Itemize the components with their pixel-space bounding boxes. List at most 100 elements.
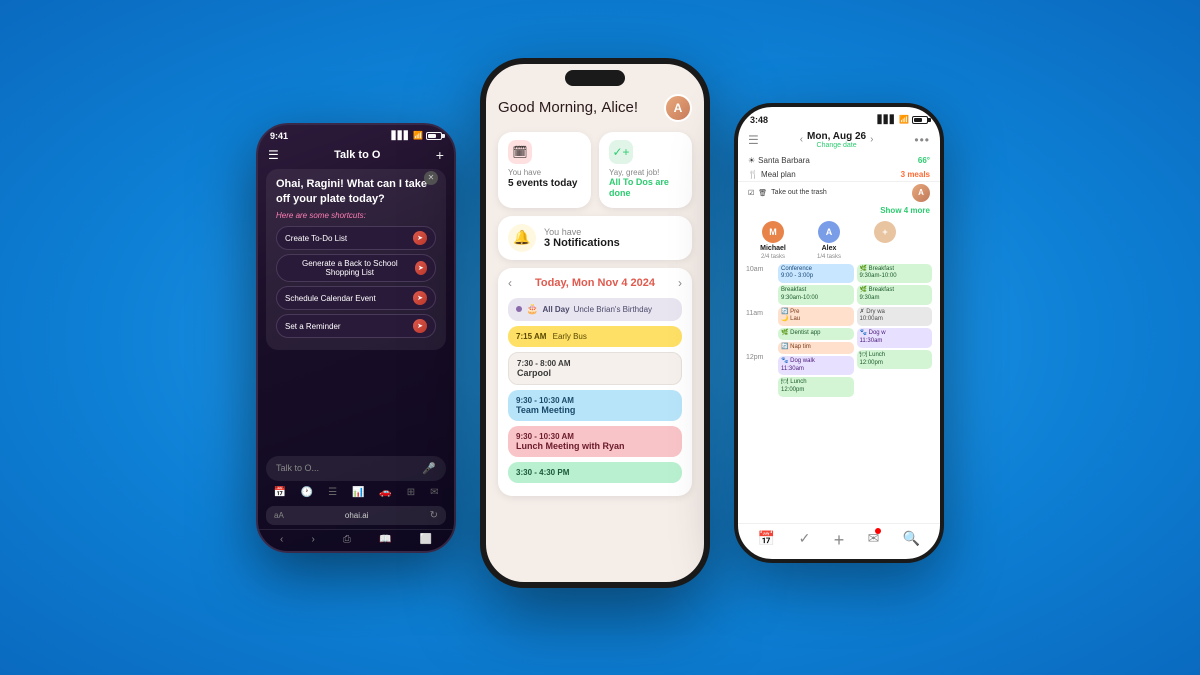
time-label-10am: 10am	[746, 264, 774, 308]
alex-breakfast2-event[interactable]: 🌿 Breakfast9:30am	[857, 285, 933, 305]
right-header: ☰ ‹ Mon, Aug 26 Change date › •••	[738, 127, 940, 153]
events-columns: Conference9:00 - 3:00p Breakfast9:30am-1…	[778, 264, 932, 400]
font-size-indicator: aA	[274, 511, 284, 520]
shortcut-todo[interactable]: Create To-Do List ➤	[276, 226, 436, 250]
right-inbox-notif-dot	[875, 528, 881, 534]
event-allday-label: All Day	[542, 305, 569, 314]
calendar-nav: ‹ Today, Mon Nov 4 2024 ›	[508, 276, 682, 290]
michael-breakfast-event[interactable]: Breakfast9:30am-10:00	[778, 285, 854, 305]
weather-location: Santa Barbara	[758, 156, 810, 165]
event-carpool[interactable]: 7:30 - 8:00 AM Carpool	[508, 352, 682, 385]
alex-breakfast-event[interactable]: 🌿 Breakfast9:30am-10:00	[857, 264, 933, 284]
right-next-btn[interactable]: ›	[870, 134, 873, 145]
michael-pre-event[interactable]: 🔄 Pre🌙 Lau	[778, 307, 854, 327]
list-tool-icon[interactable]: ☰	[328, 487, 337, 498]
alex-lunch-event[interactable]: 🍽 Lunch12:00pm	[857, 350, 933, 370]
left-status-time: 9:41	[270, 131, 288, 141]
cal-prev-btn[interactable]: ‹	[508, 276, 512, 290]
ohai-input-placeholder: Talk to O...	[276, 463, 319, 473]
people-row: M Michael 2/4 tasks A Alex 1/4 tasks +	[738, 217, 940, 264]
notif-label: You have	[544, 227, 620, 237]
left-status-icons: ▋▋▋ 📶	[392, 131, 442, 140]
event-team-meeting-time: 9:30 - 10:30 AM	[516, 396, 674, 405]
share-nav-btn[interactable]: ⎙	[343, 534, 351, 545]
greeting-label: Good Morning,	[498, 99, 601, 116]
shortcut-calendar[interactable]: Schedule Calendar Event ➤	[276, 286, 436, 310]
shortcut-shopping[interactable]: Generate a Back to School Shopping List …	[276, 254, 436, 282]
back-nav-btn[interactable]: ‹	[280, 534, 283, 545]
event-afternoon[interactable]: 3:30 - 4:30 PM	[508, 462, 682, 483]
clock-tool-icon[interactable]: 🕐	[301, 487, 313, 498]
michael-conference-event[interactable]: Conference9:00 - 3:00p	[778, 264, 854, 284]
alex-avatar: A	[818, 221, 840, 243]
michael-dentist-event[interactable]: 🌿 Dentist app	[778, 328, 854, 340]
event-early-bus-time: 7:15 AM	[516, 332, 546, 341]
center-notch	[486, 64, 704, 86]
event-afternoon-time: 3:30 - 4:30 PM	[516, 468, 674, 477]
meal-label: Meal plan	[761, 170, 796, 179]
right-cal-icon[interactable]: 📅	[758, 530, 775, 551]
mail-tool-icon[interactable]: ✉	[430, 487, 438, 498]
ohai-input-area[interactable]: Talk to O... 🎤	[266, 456, 446, 481]
right-bottom-nav: 📅 ✓ + ✉ 🔍	[738, 523, 940, 559]
time-label-11am: 11am	[746, 308, 774, 352]
calendar-tool-icon[interactable]: 📅	[273, 487, 285, 498]
ohai-header: ☰ Talk to O +	[258, 143, 454, 169]
person-extra: +	[860, 221, 910, 260]
alex-dog-event[interactable]: 🐾 Dog w11:30am	[857, 328, 933, 348]
notifications-card[interactable]: 🔔 You have 3 Notifications	[498, 216, 692, 260]
michael-dog-event[interactable]: 🐾 Dog walk11:30am	[778, 356, 854, 376]
grid-tool-icon[interactable]: ⊞	[407, 487, 415, 498]
hamburger-icon[interactable]: ☰	[268, 148, 279, 162]
tabs-nav-btn[interactable]: ⬜	[419, 534, 431, 545]
event-lunch-meeting-time: 9:30 - 10:30 AM	[516, 432, 674, 441]
close-button[interactable]: ✕	[424, 171, 438, 185]
car-tool-icon[interactable]: 🚗	[379, 487, 391, 498]
right-check-icon[interactable]: ✓	[799, 530, 811, 551]
todos-card[interactable]: ✓+ Yay, great job! All To Dos are done	[599, 132, 692, 208]
michael-tasks: 2/4 tasks	[761, 254, 785, 260]
right-change-date[interactable]: Change date	[807, 142, 866, 149]
alex-events-col: 🌿 Breakfast9:30am-10:00 🌿 Breakfast9:30a…	[857, 264, 933, 400]
right-prev-btn[interactable]: ‹	[800, 134, 803, 145]
event-early-bus[interactable]: 7:15 AM Early Bus	[508, 326, 682, 347]
ohai-toolbar: 📅 🕐 ☰ 📊 🚗 ⊞ ✉	[258, 481, 454, 504]
shortcut-todo-label: Create To-Do List	[285, 234, 347, 243]
ohai-browser-bar: aA ohai.ai ↻	[266, 506, 446, 525]
cal-next-btn[interactable]: ›	[678, 276, 682, 290]
shortcut-arrow-icon2: ➤	[415, 261, 427, 275]
right-more-menu[interactable]: •••	[914, 133, 930, 147]
notif-text: You have 3 Notifications	[544, 227, 620, 249]
mic-icon[interactable]: 🎤	[422, 462, 436, 475]
weather-info: ☀ Santa Barbara	[748, 156, 810, 165]
shortcut-arrow-icon3: ➤	[413, 291, 427, 305]
right-hamburger-icon[interactable]: ☰	[748, 133, 759, 147]
weather-row: ☀ Santa Barbara 66°	[738, 153, 940, 168]
right-add-icon[interactable]: +	[834, 530, 845, 551]
event-carpool-time: 7:30 - 8:00 AM	[517, 359, 673, 368]
michael-lunch-event[interactable]: 🍽 Lunch12:00pm	[778, 377, 854, 397]
michael-nap-event[interactable]: 🔄 Nap tim	[778, 342, 854, 354]
events-card[interactable]: 🗓 You have 5 events today	[498, 132, 591, 208]
user-avatar[interactable]: A	[664, 94, 692, 122]
bookmark-nav-btn[interactable]: 📖	[379, 534, 391, 545]
forward-nav-btn[interactable]: ›	[311, 534, 314, 545]
dynamic-island	[565, 70, 625, 86]
shortcut-arrow-icon4: ➤	[413, 319, 427, 333]
right-inbox-icon-wrap: ✉	[868, 530, 880, 551]
michael-events-col: Conference9:00 - 3:00p Breakfast9:30am-1…	[778, 264, 854, 400]
show-more-btn[interactable]: Show 4 more	[738, 204, 940, 217]
refresh-icon[interactable]: ↻	[430, 510, 438, 521]
plus-icon[interactable]: +	[436, 147, 444, 163]
event-team-meeting[interactable]: 9:30 - 10:30 AM Team Meeting	[508, 390, 682, 421]
chart-tool-icon[interactable]: 📊	[352, 487, 364, 498]
event-lunch-meeting[interactable]: 9:30 - 10:30 AM Lunch Meeting with Ryan	[508, 426, 682, 457]
shortcut-reminder[interactable]: Set a Reminder ➤	[276, 314, 436, 338]
right-search-icon[interactable]: 🔍	[903, 530, 920, 551]
event-allday[interactable]: 🎂 All Day Uncle Brian's Birthday	[508, 298, 682, 321]
greeting-name: Alice!	[601, 99, 638, 116]
todos-card-icon: ✓+	[609, 140, 633, 164]
alex-dry-event[interactable]: ✗ Dry wa10:00am	[857, 307, 933, 327]
event-dot-icon	[516, 306, 522, 312]
wifi-icon: 📶	[413, 131, 423, 140]
